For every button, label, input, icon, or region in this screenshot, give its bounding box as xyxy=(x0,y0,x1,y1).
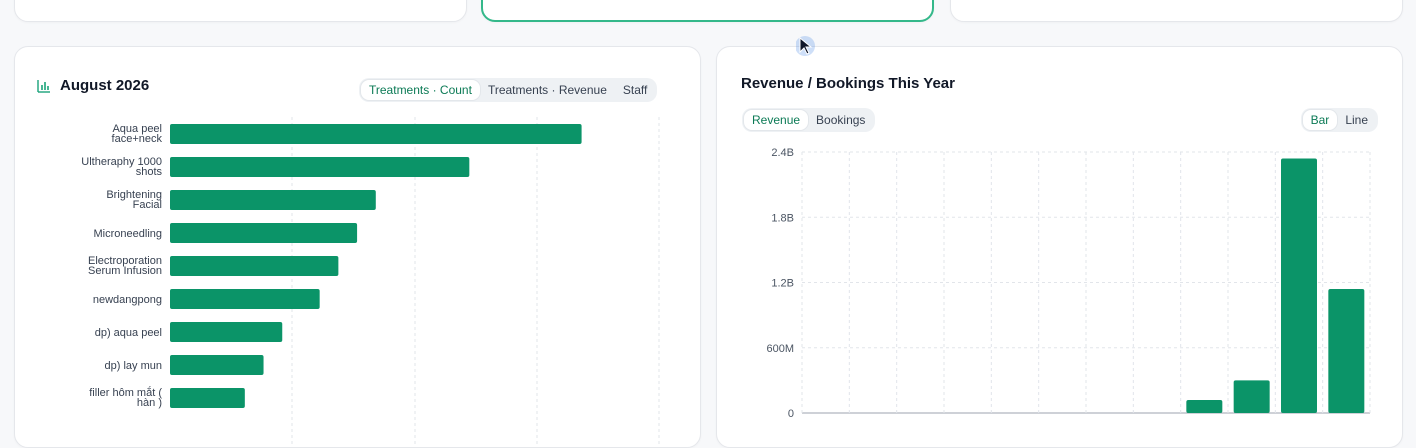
summary-card-1 xyxy=(14,0,467,22)
bar-7[interactable] xyxy=(170,355,264,375)
y-tick-label-1: 600M xyxy=(766,343,794,355)
y-tick-label-3: 1.8B xyxy=(771,212,794,224)
y-tick-label-0: 0 xyxy=(788,408,794,420)
bar-8[interactable] xyxy=(170,388,245,408)
category-label-5: newdangpong xyxy=(93,294,162,306)
bar-3[interactable] xyxy=(170,223,358,243)
category-label-6: dp) aqua peel xyxy=(95,327,162,339)
category-label-2: Brightening Facial xyxy=(106,189,162,211)
treatments-bar-chart: Aqua peel face+neck Ultheraphy 1000 shots Br… xyxy=(81,117,660,447)
category-label-7: dp) lay mun xyxy=(105,360,162,372)
category-label-3: Microneedling xyxy=(94,228,162,240)
category-label-0: Aqua peel face+neck xyxy=(112,123,163,145)
y-tick-label-2: 1.2B xyxy=(771,278,794,290)
revenue-panel: Revenue / Bookings This Year Revenue Boo… xyxy=(716,46,1403,448)
revenue-bar-9[interactable] xyxy=(1233,380,1270,413)
bar-6[interactable] xyxy=(170,322,283,342)
bar-1[interactable] xyxy=(170,157,470,177)
bar-4[interactable] xyxy=(170,256,339,276)
y-tick-label-4: 2.4B xyxy=(771,147,794,159)
treatments-panel: August 2026 Treatments · Count Treatment… xyxy=(14,46,701,448)
category-label-4: Electroporation Serum Infusion xyxy=(88,255,162,277)
revenue-bar-chart: 0 600M 1.2B 1.8B 2.4B xyxy=(766,147,1371,420)
mouse-cursor-icon xyxy=(796,36,815,56)
revenue-bar-11[interactable] xyxy=(1328,289,1365,413)
summary-card-2-selected[interactable] xyxy=(481,0,934,22)
bar-2[interactable] xyxy=(170,190,376,210)
revenue-bar-10[interactable] xyxy=(1281,158,1317,413)
category-label-8: filler hôm mắt (hàn ) xyxy=(89,386,162,409)
category-label-1: Ultheraphy 1000 shots xyxy=(81,156,162,178)
bar-5[interactable] xyxy=(170,289,320,309)
revenue-bar-8[interactable] xyxy=(1186,399,1223,413)
bar-0[interactable] xyxy=(170,124,582,144)
summary-card-3 xyxy=(950,0,1403,22)
